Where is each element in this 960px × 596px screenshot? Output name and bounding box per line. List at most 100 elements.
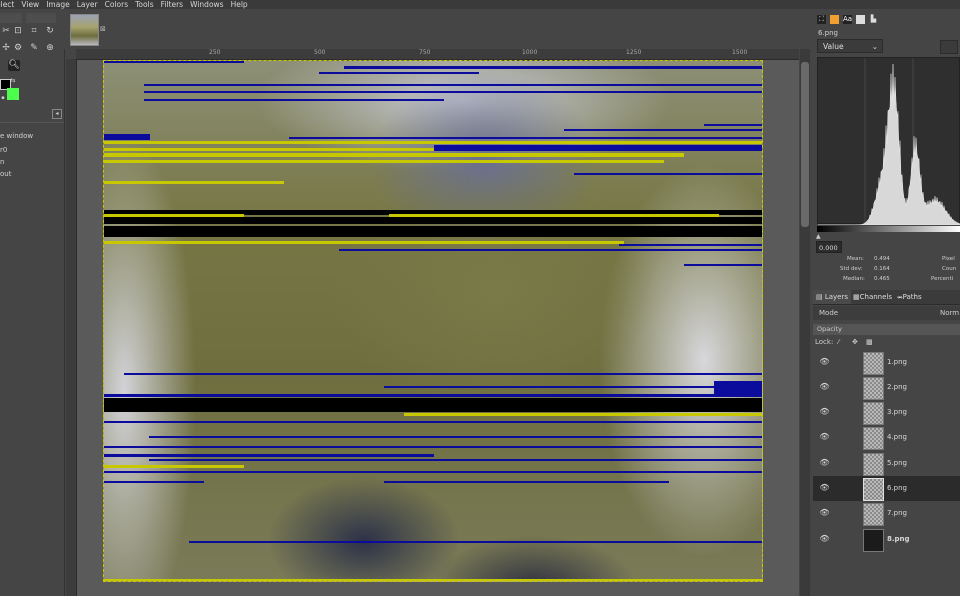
clone-icon[interactable]: ⊕ xyxy=(44,43,56,54)
reset-colors-icon[interactable]: ▪ xyxy=(0,95,6,101)
glitch-stripe xyxy=(104,153,684,157)
panel-config-icon[interactable]: ◂ xyxy=(52,109,62,119)
layer-thumbnail xyxy=(863,478,884,501)
menu-layer[interactable]: Layer xyxy=(77,0,98,9)
stat-percentile-label: Percenti xyxy=(931,276,954,282)
background-color-swatch[interactable] xyxy=(7,88,19,100)
free-select-icon[interactable]: ✂ xyxy=(0,26,12,37)
close-icon[interactable]: ⊠ xyxy=(100,25,106,33)
layer-name: 6.png xyxy=(887,484,908,492)
swap-colors-icon[interactable]: ⇆ xyxy=(9,77,17,85)
layer-row[interactable]: 👁︎ 1.png xyxy=(813,350,960,375)
lock-alpha-icon[interactable]: ▩ xyxy=(866,336,873,348)
tab-layers[interactable]: ▤ Layers xyxy=(813,290,852,304)
glitch-stripe xyxy=(104,446,762,448)
glitch-stripe xyxy=(149,436,762,438)
range-marker-icon[interactable]: ▲ xyxy=(816,233,821,240)
eye-icon[interactable]: 👁︎ xyxy=(819,408,830,416)
layer-row[interactable]: 👁︎ 2.png xyxy=(813,375,960,400)
glitch-stripe xyxy=(144,99,444,101)
ruler-label: 1250 xyxy=(626,49,642,56)
menu-image[interactable]: Image xyxy=(46,0,70,9)
layer-row[interactable]: 👁︎ 4.png xyxy=(813,425,960,450)
menu-tools[interactable]: Tools xyxy=(135,0,153,9)
menu-windows[interactable]: Windows xyxy=(190,0,223,9)
layer-thumbnail xyxy=(863,453,884,476)
layer-mode-label: Mode xyxy=(819,309,839,317)
glitch-stripe xyxy=(319,72,479,74)
layer-mode-row[interactable]: Mode Norm xyxy=(813,306,960,320)
menu-help[interactable]: Help xyxy=(231,0,248,9)
tab-channels-label: Channels xyxy=(859,293,893,301)
layer-opacity-label: Opacity xyxy=(817,325,843,333)
layer-name: 2.png xyxy=(887,383,908,391)
histogram-graph xyxy=(818,58,960,226)
font-dialog-icon[interactable]: Aa xyxy=(843,15,852,24)
menu-colors[interactable]: Colors xyxy=(105,0,129,9)
glitch-stripe xyxy=(104,398,762,412)
glitch-stripe xyxy=(104,61,244,63)
histogram-gradient-bar xyxy=(817,226,960,232)
histogram-channel-select[interactable]: Value ⌄ xyxy=(817,39,883,53)
eye-icon[interactable]: 👁︎ xyxy=(819,484,830,492)
color-dialog-icon[interactable] xyxy=(830,15,839,24)
eye-icon[interactable]: 👁︎ xyxy=(819,535,830,543)
layer-row[interactable]: 👁︎ 3.png xyxy=(813,400,960,425)
eye-icon[interactable]: 👁︎ xyxy=(819,509,830,517)
eye-icon[interactable]: 👁︎ xyxy=(819,433,830,441)
glitch-stripe xyxy=(149,459,762,461)
tool-option-label-2: r0 xyxy=(0,146,8,154)
histogram-dialog-icon[interactable]: ▙ xyxy=(869,15,878,24)
layer-row-selected[interactable]: 👁︎ 6.png xyxy=(813,476,960,501)
menu-view[interactable]: View xyxy=(21,0,39,9)
glitch-stripe xyxy=(714,381,762,395)
tool-option-label-3: n xyxy=(0,158,5,166)
stat-median-value: 0.465 xyxy=(874,276,890,282)
brush-dialog-icon[interactable] xyxy=(856,15,865,24)
lock-pixels-icon[interactable]: ⁄ xyxy=(838,336,839,348)
tab-channels[interactable]: ▦Channels xyxy=(850,290,895,304)
layer-thumbnail xyxy=(863,402,884,425)
layer-row[interactable]: 👁︎ 7.png xyxy=(813,501,960,526)
stat-stddev-label: Std dev: xyxy=(840,266,863,272)
pointer-dialog-icon[interactable]: ⛶ xyxy=(817,15,826,24)
chevron-down-icon: ⌄ xyxy=(871,42,878,51)
glitch-stripe xyxy=(704,124,762,126)
cage-icon[interactable]: ⚙ xyxy=(12,43,24,54)
image-canvas[interactable] xyxy=(103,60,763,582)
lock-position-icon[interactable]: ✥ xyxy=(852,336,858,348)
menu-bar: elect View Image Layer Colors Tools Filters Win… xyxy=(0,0,960,9)
histogram-scale-button[interactable] xyxy=(940,40,958,54)
layer-row[interactable]: 👁︎ 5.png xyxy=(813,451,960,476)
histogram-range-start-input[interactable]: 0.000 xyxy=(816,241,842,253)
layer-row[interactable]: 👁︎ 8.png xyxy=(813,527,960,552)
tab-paths-label: Paths xyxy=(902,293,922,301)
paint-icon[interactable]: ✎ xyxy=(28,43,40,54)
tool-option-label-1: e window xyxy=(0,132,34,140)
warp-icon[interactable]: ✢ xyxy=(0,43,12,54)
ruler-label: 750 xyxy=(419,49,431,56)
tab-paths[interactable]: ⥈Paths xyxy=(894,290,925,304)
transform-icon[interactable]: ↻ xyxy=(44,26,56,37)
histogram-curve xyxy=(818,63,960,226)
eye-icon[interactable]: 👁︎ xyxy=(819,459,830,467)
glitch-stripe xyxy=(104,134,150,140)
layer-opacity-slider[interactable]: Opacity xyxy=(813,324,960,335)
fuzzy-select-icon[interactable]: ⊡ xyxy=(12,26,24,37)
glitch-stripe xyxy=(124,373,762,375)
glitch-stripe xyxy=(104,226,762,237)
eye-icon[interactable]: 👁︎ xyxy=(819,383,830,391)
stat-median-label: Median: xyxy=(843,276,865,282)
glitch-stripe xyxy=(104,471,762,473)
ruler-label: 500 xyxy=(314,49,326,56)
magnify-icon[interactable]: 🔍︎ xyxy=(8,60,20,71)
glitch-stripe xyxy=(684,264,762,266)
menu-filters[interactable]: Filters xyxy=(161,0,183,9)
glitch-stripe xyxy=(104,181,284,184)
menu-select[interactable]: elect xyxy=(0,0,14,9)
scrollbar-thumb[interactable] xyxy=(801,62,809,227)
crop-icon[interactable]: ⌗ xyxy=(28,26,40,37)
eye-icon[interactable]: 👁︎ xyxy=(819,358,830,366)
stat-stddev-value: 0.164 xyxy=(874,266,890,272)
image-tab-thumbnail[interactable] xyxy=(70,14,99,46)
